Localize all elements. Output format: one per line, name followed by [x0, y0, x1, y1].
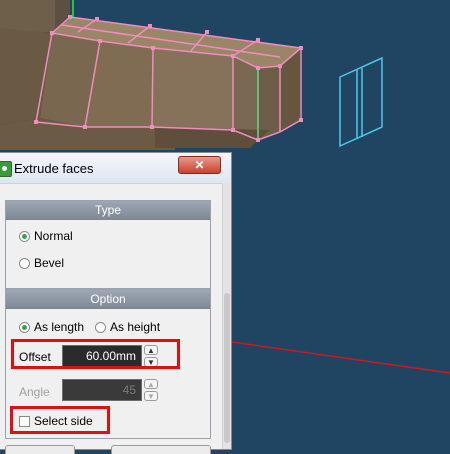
radio-as-length-indicator[interactable] [19, 321, 30, 333]
radio-as-length-label: As length [34, 320, 85, 334]
cyan-wireframe [339, 56, 383, 148]
radio-bevel[interactable]: Bevel [19, 256, 64, 270]
radio-bevel-label: Bevel [34, 256, 65, 270]
dialog-scrollbar[interactable] [222, 183, 231, 449]
close-x-icon: ✕ [194, 158, 205, 172]
app-icon [0, 161, 12, 177]
radio-as-height-label: As height [110, 320, 161, 334]
close-button[interactable]: ✕ [178, 156, 221, 174]
dialog-titlebar[interactable]: Extrude faces ✕ [0, 153, 231, 184]
radio-as-height-indicator[interactable] [95, 321, 106, 333]
radio-normal-label: Normal [34, 229, 73, 243]
dialog-title: Extrude faces [14, 161, 94, 176]
radio-normal-indicator[interactable] [19, 230, 30, 242]
scroll-thumb[interactable] [224, 293, 230, 443]
option-group-header: Option [6, 290, 210, 309]
radio-as-length[interactable]: As length [19, 320, 84, 334]
offset-callout-box [11, 339, 180, 369]
type-group: Type Normal Bevel [5, 200, 211, 289]
radio-normal[interactable]: Normal [19, 229, 73, 243]
select-side-callout-box [10, 406, 110, 434]
type-group-header: Type [6, 201, 210, 220]
angle-label: Angle [19, 385, 50, 399]
x-axis-line [231, 341, 450, 374]
angle-input[interactable]: 45 [62, 379, 142, 401]
angle-spin-down-icon[interactable]: ▼ [144, 391, 158, 401]
angle-spinner[interactable]: ▲ ▼ [144, 379, 158, 401]
angle-spin-up-icon[interactable]: ▲ [144, 379, 158, 389]
radio-as-height[interactable]: As height [95, 320, 160, 334]
extrude-faces-dialog: Extrude faces ✕ Type Normal Bevel Option… [0, 152, 232, 454]
radio-bevel-indicator[interactable] [19, 257, 30, 269]
